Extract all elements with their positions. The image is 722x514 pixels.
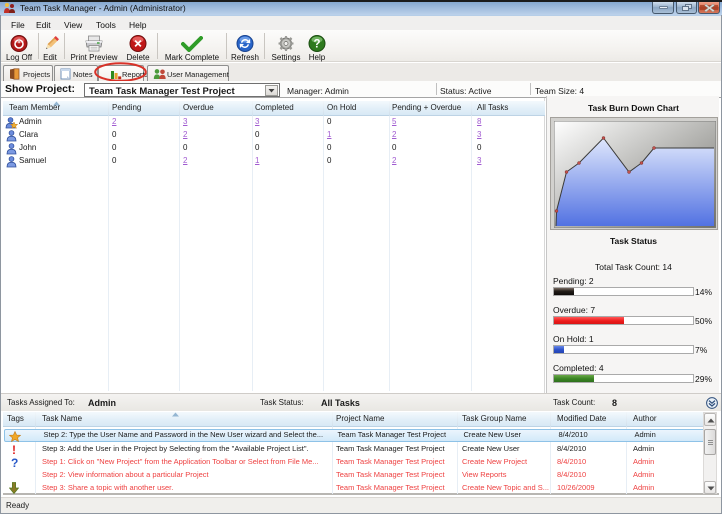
svg-text:?: ? (313, 39, 320, 51)
